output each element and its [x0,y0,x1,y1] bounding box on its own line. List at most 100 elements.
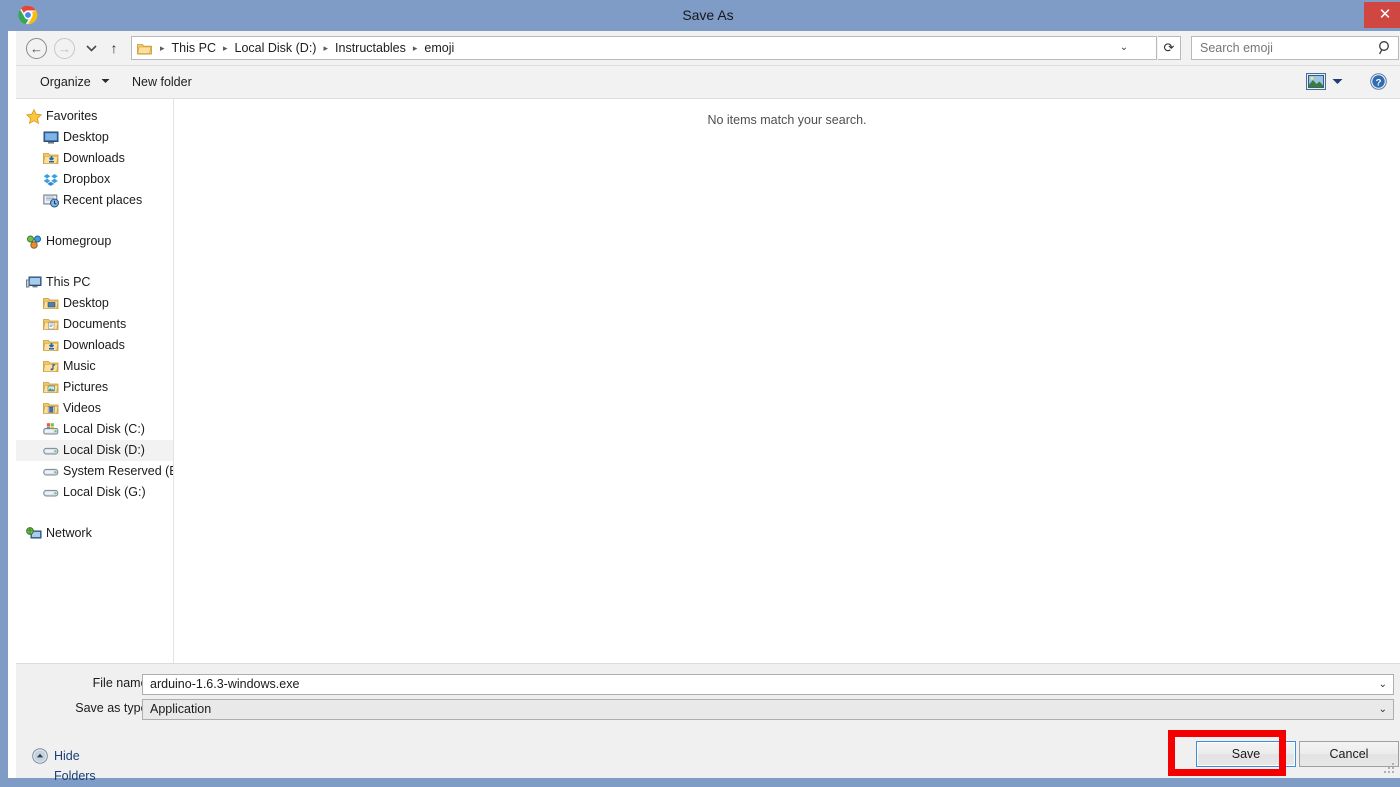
svg-text:?: ? [1376,77,1382,88]
organize-chevron-down-icon[interactable] [101,66,110,98]
sidebar-item-label: Downloads [63,338,125,352]
documents-folder-icon [43,317,59,332]
save-button[interactable]: Save [1196,741,1296,767]
resize-grip-icon[interactable] [1384,763,1396,775]
forward-icon[interactable]: → [54,38,75,59]
sidebar-item-system-reserved-e[interactable]: System Reserved (E: [16,461,173,482]
sidebar-item-downloads-pc[interactable]: Downloads [16,335,173,356]
command-toolbar: Organize New folder ? [16,66,1400,99]
close-button[interactable]: ✕ [1364,2,1400,28]
sidebar-item-label: System Reserved (E: [63,464,173,478]
back-icon[interactable]: ← [26,38,47,59]
save-as-type-label: Save as type: [75,701,151,715]
empty-state-message: No items match your search. [707,113,867,127]
breadcrumb-separator: ▸ [323,43,329,53]
sidebar-item-documents[interactable]: Documents [16,314,173,335]
sidebar-item-label: Pictures [63,380,109,394]
sidebar-item-downloads[interactable]: Downloads [16,148,173,169]
preview-pane-icon[interactable] [1306,73,1326,90]
new-folder-button[interactable]: New folder [126,66,198,98]
sidebar-item-videos[interactable]: Videos [16,398,173,419]
sidebar-group-label: Homegroup [46,234,112,248]
sidebar-item-label: Desktop [63,130,109,144]
drive-icon [43,443,59,458]
breadcrumb-separator: ▸ [412,43,418,53]
sidebar-group-label: This PC [46,275,91,289]
chevron-up-circle-icon [32,748,48,764]
breadcrumb-item-this-pc[interactable]: This PC [170,37,218,59]
file-name-value: arduino-1.6.3-windows.exe [150,677,300,691]
search-placeholder: Search emoji [1200,41,1273,55]
sidebar-item-label: Recent places [63,193,143,207]
title-bar: Save As ✕ [8,0,1400,31]
sidebar-item-label: Dropbox [63,172,111,186]
videos-folder-icon [43,401,59,416]
save-as-type-value: Application [150,702,212,716]
sidebar-item-local-disk-c[interactable]: Local Disk (C:) [16,419,173,440]
sidebar-item-label: Music [63,359,96,373]
desktop-folder-icon [43,296,59,311]
sidebar-item-music[interactable]: Music [16,356,173,377]
search-icon[interactable] [1378,40,1392,56]
drive-icon [43,485,59,500]
chevron-down-icon[interactable]: ⌄ [1379,700,1387,719]
save-as-type-select[interactable]: Application ⌄ [142,699,1394,720]
breadcrumb-item-emoji[interactable]: emoji [422,37,456,59]
sidebar-item-local-disk-g[interactable]: Local Disk (G:) [16,482,173,503]
this-pc-icon [26,275,42,290]
sidebar-item-pictures[interactable]: Pictures [16,377,173,398]
file-name-label: File name: [92,676,151,690]
address-input[interactable]: ▸ This PC ▸ Local Disk (D:) ▸ Instructab… [131,36,1157,60]
file-list-view[interactable]: No items match your search. [174,99,1400,663]
sidebar-group-favorites[interactable]: Favorites [16,106,173,127]
view-chevron-down-icon[interactable] [1332,66,1343,98]
recent-places-icon [43,193,59,208]
sidebar-item-desktop-pc[interactable]: Desktop [16,293,173,314]
dropbox-icon [43,172,59,187]
folder-icon [137,42,152,55]
file-name-input[interactable]: arduino-1.6.3-windows.exe ⌄ [142,674,1394,695]
sidebar-item-local-disk-d[interactable]: Local Disk (D:) [16,440,173,461]
sidebar-group-label: Favorites [46,109,98,123]
system-drive-icon [43,422,59,437]
sidebar-item-dropbox[interactable]: Dropbox [16,169,173,190]
sidebar-item-label: Videos [63,401,101,415]
sidebar-group-label: Network [46,526,92,540]
sidebar-item-label: Desktop [63,296,109,310]
hide-folders-label: Hide Folders [54,749,96,783]
breadcrumb-item-instructables[interactable]: Instructables [333,37,408,59]
homegroup-icon [26,234,42,249]
help-icon[interactable]: ? [1370,73,1387,90]
save-as-dialog: Save As ✕ ← → ↑ ▸ This PC ▸ Local Disk (… [0,0,1400,787]
sidebar-item-label: Documents [63,317,127,331]
sidebar-group-this-pc[interactable]: This PC [16,272,173,293]
breadcrumb-item-local-disk-d[interactable]: Local Disk (D:) [233,37,319,59]
downloads-folder-icon [43,151,59,166]
recent-locations-chevron-down-icon[interactable] [84,42,98,56]
bottom-form-panel: File name: arduino-1.6.3-windows.exe ⌄ S… [16,663,1400,783]
sidebar-item-label: Downloads [63,151,125,165]
downloads-folder-icon [43,338,59,353]
music-folder-icon [43,359,59,374]
up-one-level-icon[interactable]: ↑ [106,39,122,58]
organize-button[interactable]: Organize [34,66,97,98]
sidebar-item-label: Local Disk (G:) [63,485,146,499]
star-icon [25,108,43,125]
search-input[interactable]: Search emoji [1191,36,1399,60]
sidebar-item-label: Local Disk (C:) [63,422,145,436]
sidebar-item-desktop[interactable]: Desktop [16,127,173,148]
address-bar-row: ← → ↑ ▸ This PC ▸ Local Disk (D:) ▸ Inst… [16,31,1400,66]
sidebar-item-label: Local Disk (D:) [63,443,145,457]
chevron-down-icon[interactable]: ⌄ [1379,675,1387,694]
breadcrumb-separator: ▸ [160,43,165,53]
window-title: Save As [682,7,734,23]
pictures-folder-icon [43,380,59,395]
desktop-icon [43,130,59,145]
sidebar-group-network[interactable]: Network [16,523,173,544]
refresh-icon[interactable]: ⟳ [1158,36,1181,60]
address-chevron-down-icon[interactable]: ⌄ [1114,37,1134,59]
navigation-pane[interactable]: Favorites Desktop Downloads Dropbox Rece… [16,99,173,663]
sidebar-group-homegroup[interactable]: Homegroup [16,231,173,252]
drive-icon [43,464,59,479]
sidebar-item-recent-places[interactable]: Recent places [16,190,173,211]
